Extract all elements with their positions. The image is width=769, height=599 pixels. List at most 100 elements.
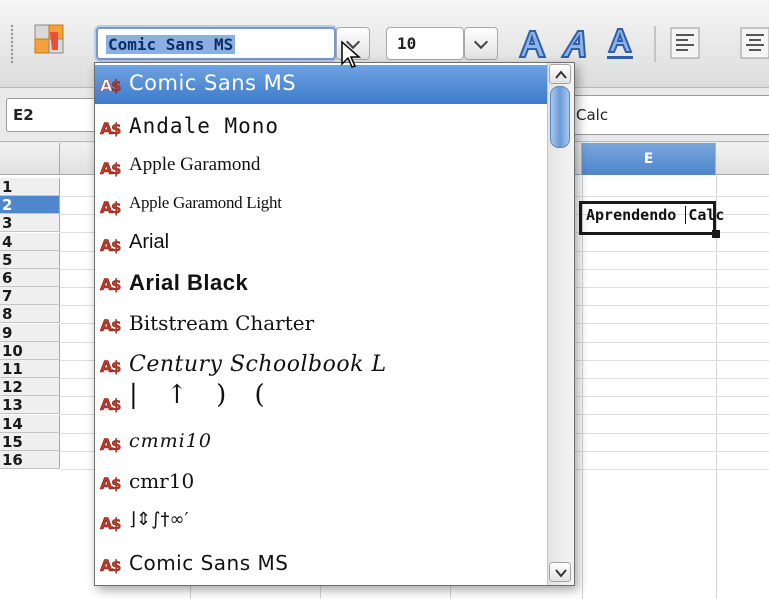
- font-type-icon: A$: [100, 514, 122, 533]
- font-option-label: Arial: [129, 231, 170, 253]
- font-option-label: ⌋⇕∫†∞′: [129, 509, 189, 530]
- grid-line: [716, 175, 717, 599]
- row-header[interactable]: 11: [0, 360, 60, 378]
- styles-icon: [34, 24, 64, 54]
- row-header[interactable]: 3: [0, 214, 60, 232]
- svg-text:$: $: [111, 120, 121, 138]
- font-option-label: cmr10: [129, 469, 195, 493]
- font-option-label: Comic Sans MS: [129, 551, 289, 575]
- select-all-corner[interactable]: [0, 143, 60, 175]
- svg-text:$: $: [111, 77, 121, 95]
- font-option-label: Century Schoolbook L: [129, 352, 387, 377]
- font-option[interactable]: A $ Comic Sans MS: [95, 545, 553, 584]
- svg-text:$: $: [111, 475, 121, 493]
- svg-text:$: $: [111, 358, 121, 376]
- column-header-e[interactable]: E: [582, 143, 716, 175]
- font-option-label: Andale Mono: [129, 114, 280, 138]
- svg-text:$: $: [111, 237, 121, 255]
- scroll-up-button[interactable]: [549, 64, 571, 84]
- underline-button[interactable]: [600, 24, 640, 64]
- font-option[interactable]: A $ Arial Black: [95, 264, 553, 303]
- font-option-label: | ↑ ) (: [129, 380, 275, 410]
- svg-text:$: $: [111, 557, 121, 575]
- svg-text:$: $: [111, 396, 121, 414]
- font-name-value: Comic Sans MS: [106, 35, 236, 54]
- scroll-thumb[interactable]: [550, 86, 570, 148]
- styles-and-formatting-button[interactable]: [32, 22, 66, 56]
- name-box[interactable]: E2: [6, 98, 98, 132]
- align-left-icon: [670, 27, 700, 59]
- svg-text:$: $: [111, 160, 121, 178]
- column-header[interactable]: [716, 143, 769, 175]
- font-type-icon: A$: [100, 357, 122, 376]
- row-header[interactable]: 1: [0, 178, 60, 196]
- row-header[interactable]: 7: [0, 287, 60, 305]
- font-option[interactable]: A $ Comic Sans MS: [95, 65, 553, 104]
- italic-text-icon: [560, 30, 587, 58]
- font-size-dropdown-button[interactable]: [464, 27, 498, 60]
- row-header[interactable]: 2: [0, 196, 60, 214]
- scroll-down-button[interactable]: [549, 562, 571, 582]
- bold-text-icon: [518, 30, 547, 58]
- formula-input-line[interactable]: Calc: [570, 95, 769, 135]
- font-option[interactable]: A $ | ↑ ) (: [95, 380, 553, 423]
- row-header[interactable]: 4: [0, 233, 60, 251]
- font-type-icon: A$: [100, 76, 122, 95]
- font-option[interactable]: A $ Bitstream Charter: [95, 305, 553, 344]
- font-type-icon: A$: [100, 119, 122, 138]
- font-option[interactable]: A $ Apple Garamond: [95, 148, 553, 187]
- row-header[interactable]: 12: [0, 378, 60, 396]
- font-name-combobox[interactable]: Comic Sans MS: [96, 27, 336, 60]
- font-type-icon: A$: [100, 236, 122, 255]
- row-header[interactable]: 8: [0, 305, 60, 323]
- font-type-icon: A$: [100, 159, 122, 178]
- font-option-label: Comic Sans MS: [129, 71, 297, 95]
- underline-text-icon: [607, 28, 633, 59]
- row-header[interactable]: 9: [0, 324, 60, 342]
- row-header[interactable]: 10: [0, 342, 60, 360]
- font-option-label: Apple Garamond: [129, 154, 261, 175]
- row-header[interactable]: 6: [0, 269, 60, 287]
- font-type-icon: A$: [100, 275, 122, 294]
- align-left-button[interactable]: [668, 25, 702, 61]
- font-option-label: Apple Garamond Light: [129, 193, 282, 212]
- font-option[interactable]: A $ Andale Mono: [95, 108, 553, 147]
- name-box-value: E2: [13, 106, 34, 124]
- grid-line: [582, 175, 583, 599]
- font-name-dropdown-list: A $ Comic Sans MS A $ Andale Mono A $ Apple Gara…: [94, 62, 575, 586]
- svg-text:$: $: [111, 436, 121, 454]
- font-type-icon: A$: [100, 435, 122, 454]
- row-header[interactable]: 5: [0, 251, 60, 269]
- font-size-combobox[interactable]: 10: [386, 27, 464, 60]
- chevron-down-icon: [555, 569, 567, 578]
- row-header[interactable]: 13: [0, 396, 60, 414]
- font-size-value: 10: [397, 34, 417, 53]
- font-type-icon: A$: [100, 198, 122, 217]
- row-header[interactable]: 16: [0, 451, 60, 469]
- toolbar-grip-icon[interactable]: [10, 24, 14, 64]
- font-option[interactable]: A $ Apple Garamond Light: [95, 187, 553, 226]
- fill-handle[interactable]: [712, 230, 720, 238]
- align-center-icon: [740, 27, 769, 59]
- italic-button[interactable]: [556, 24, 596, 64]
- row-header[interactable]: 15: [0, 433, 60, 451]
- svg-text:$: $: [111, 276, 121, 294]
- font-option-label: Arial Black: [129, 270, 249, 295]
- align-center-button[interactable]: [738, 25, 769, 61]
- formula-input-value: Calc: [576, 106, 609, 124]
- font-type-icon: A$: [100, 316, 122, 335]
- font-option[interactable]: A $ cmr10: [95, 463, 553, 502]
- font-option[interactable]: A $ cmmi10: [95, 424, 553, 463]
- svg-text:$: $: [111, 199, 121, 217]
- font-type-icon: A$: [100, 395, 122, 414]
- chevron-up-icon: [555, 70, 567, 79]
- bold-button[interactable]: [512, 24, 552, 64]
- toolbar-separator: [654, 26, 656, 62]
- svg-text:$: $: [111, 515, 121, 533]
- font-type-icon: A$: [100, 474, 122, 493]
- font-option-label: cmmi10: [129, 430, 212, 452]
- font-option[interactable]: A $ Arial: [95, 225, 553, 264]
- active-cell-e2[interactable]: [579, 201, 716, 235]
- font-option[interactable]: A $ ⌋⇕∫†∞′: [95, 503, 553, 542]
- row-header[interactable]: 14: [0, 415, 60, 433]
